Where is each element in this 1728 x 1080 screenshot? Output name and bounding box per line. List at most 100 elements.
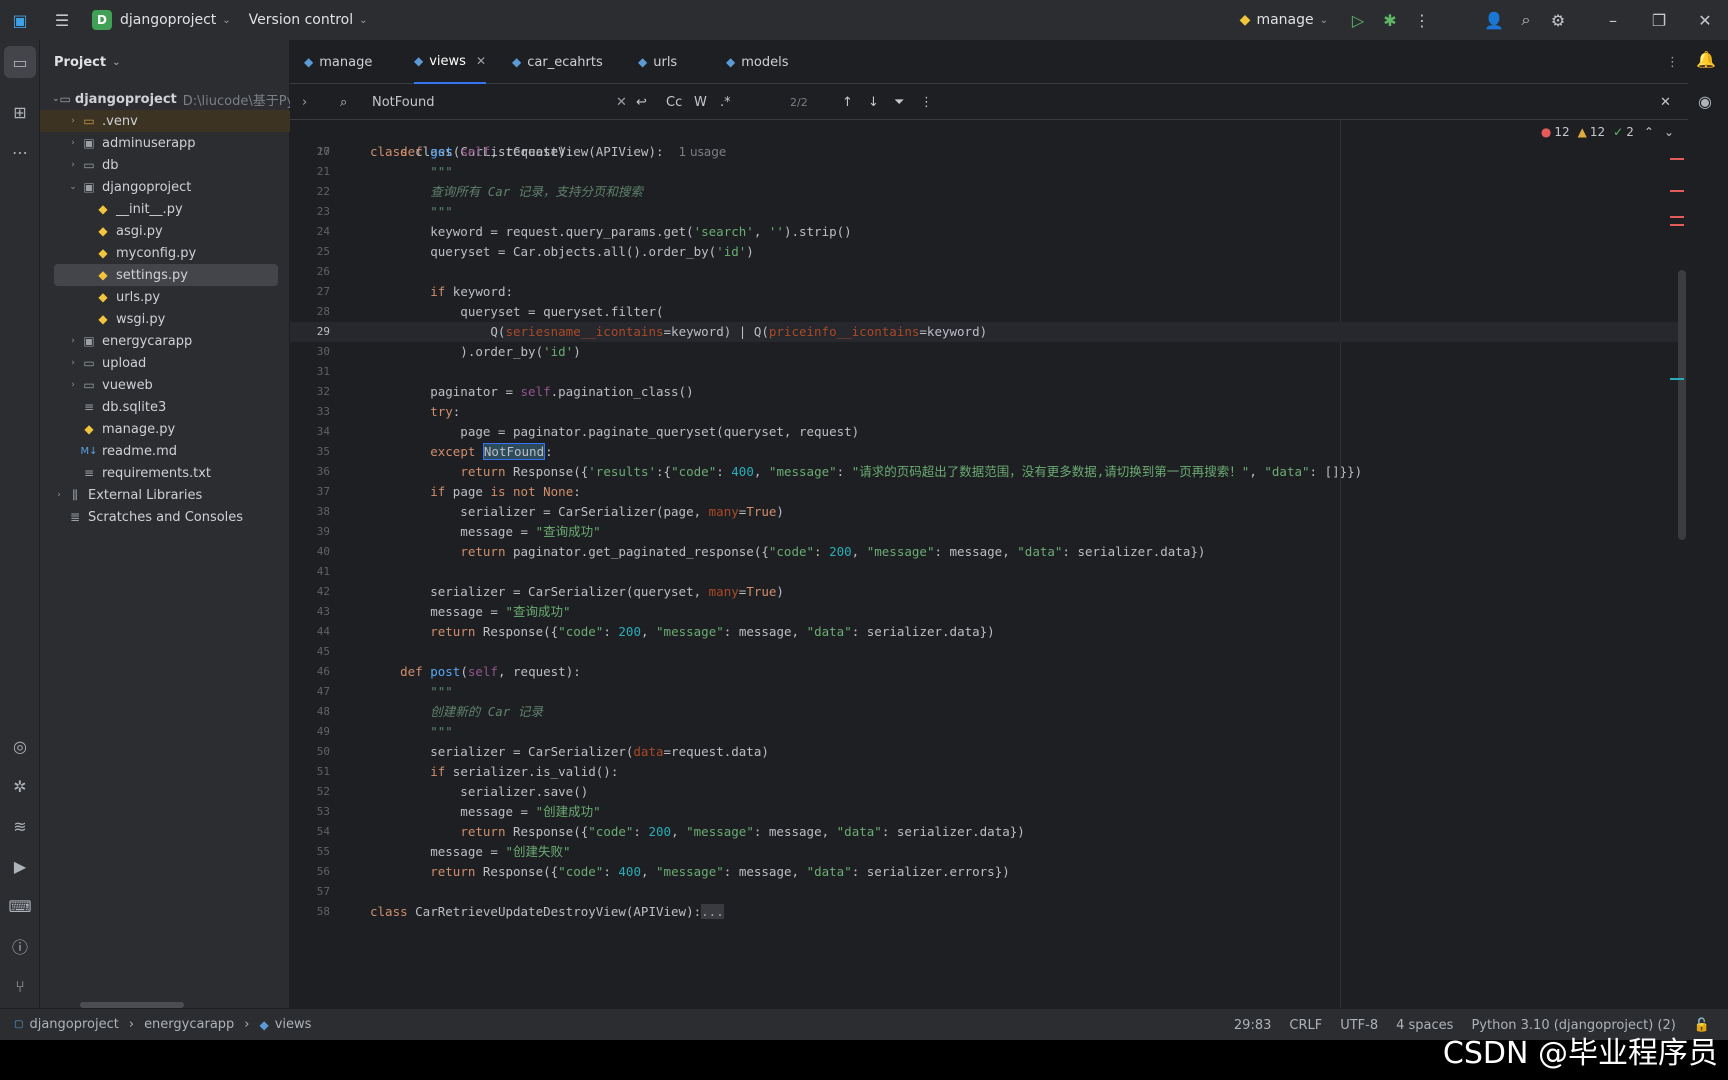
editor-scrollbar[interactable]	[1678, 270, 1686, 540]
main-menu-icon[interactable]: ☰	[46, 4, 78, 36]
error-stripe-mark[interactable]	[1670, 216, 1684, 218]
tab-views[interactable]: ◆ views ✕	[414, 40, 487, 84]
tree-item-djangoproject[interactable]: ⌄ ▣ djangoproject	[40, 176, 290, 198]
filter-icon[interactable]: ⏷	[894, 84, 904, 120]
tree-item-upload[interactable]: › ▭ upload	[40, 352, 290, 374]
chevron-right-icon[interactable]: ›	[302, 84, 307, 120]
arrow-down-icon[interactable]: ↓	[868, 84, 879, 120]
chevron-down-icon: ⌄	[1319, 14, 1328, 26]
debug-tool-icon[interactable]: ✲	[4, 770, 36, 802]
search-icon[interactable]: ⌕	[1510, 4, 1542, 36]
run-config-selector[interactable]: ◆ manage ⌄	[1240, 12, 1328, 28]
new-line-icon[interactable]: ↩	[636, 84, 647, 120]
error-count: 12	[1554, 125, 1570, 139]
notifications-icon[interactable]: 🔔	[1696, 50, 1716, 69]
code-line: 25 queryset = Car.objects.all().order_by…	[290, 242, 1680, 262]
match-case-toggle[interactable]: Cc	[666, 84, 682, 120]
add-user-icon[interactable]: 👤	[1478, 4, 1510, 36]
terminal-icon[interactable]: ⌨	[4, 890, 36, 922]
project-tool-icon[interactable]: ▭	[4, 46, 36, 78]
tab-urls[interactable]: ◆ urls	[638, 40, 677, 84]
services-icon[interactable]: ▶	[4, 850, 36, 882]
code-line: 22 查询所有 Car 记录，支持分页和搜索	[290, 182, 1680, 202]
chevron-right-icon: ›	[71, 116, 75, 126]
app-logo-icon: ▣	[12, 10, 28, 30]
layers-icon[interactable]: ≋	[4, 810, 36, 842]
clear-search-icon[interactable]: ✕	[616, 84, 627, 120]
tree-root[interactable]: ⌄ ▭ djangoproject D:\liucode\基于Py	[40, 88, 290, 110]
tree-item-urls[interactable]: ◆ urls.py	[40, 286, 290, 308]
debug-icon[interactable]: ✱	[1374, 4, 1406, 36]
structure-tool-icon[interactable]: ⊞	[4, 96, 36, 128]
version-control-menu[interactable]: Version control ⌄	[249, 12, 368, 28]
tree-item-asgi[interactable]: ◆ asgi.py	[40, 220, 290, 242]
tree-item-requirements[interactable]: ≡ requirements.txt	[40, 462, 290, 484]
tree-item-energycarapp[interactable]: › ▣ energycarapp	[40, 330, 290, 352]
breadcrumb-project[interactable]: djangoproject	[29, 1017, 118, 1032]
gear-icon[interactable]: ⚙	[1542, 4, 1574, 36]
breadcrumb-app[interactable]: energycarapp	[144, 1017, 234, 1032]
tree-item-manage[interactable]: ◆ manage.py	[40, 418, 290, 440]
file-encoding[interactable]: UTF-8	[1340, 1018, 1378, 1033]
more-actions-icon[interactable]: ⋮	[1406, 4, 1438, 36]
tree-item-myconfig[interactable]: ◆ myconfig.py	[40, 242, 290, 264]
tree-item-adminuserapp[interactable]: › ▣ adminuserapp	[40, 132, 290, 154]
restore-icon[interactable]: ❐	[1636, 4, 1682, 36]
file-icon: ≡	[83, 466, 95, 480]
tree-item-venv[interactable]: › ▭ .venv	[40, 110, 290, 132]
chevron-down-icon: ⌄	[359, 14, 368, 26]
line-separator[interactable]: CRLF	[1289, 1018, 1322, 1033]
find-more-icon[interactable]: ⋮	[920, 84, 933, 120]
run-icon[interactable]: ▷	[1342, 4, 1374, 36]
tab-car-ecahrts[interactable]: ◆ car_ecahrts	[512, 40, 603, 84]
code-editor[interactable]: 17 class class CarListCreateView(APIView)…	[290, 120, 1688, 1008]
tree-item-scratches[interactable]: ≣ Scratches and Consoles	[40, 506, 290, 528]
tree-item-wsgi[interactable]: ◆ wsgi.py	[40, 308, 290, 330]
tree-item-db[interactable]: › ▭ db	[40, 154, 290, 176]
error-stripe-mark[interactable]	[1670, 224, 1684, 226]
tree-item-external-libraries[interactable]: › ⫼ External Libraries	[40, 484, 290, 506]
tree-item-label: energycarapp	[102, 333, 193, 349]
match-stripe-mark[interactable]	[1670, 378, 1684, 380]
python-console-icon[interactable]: ◎	[4, 730, 36, 762]
close-tab-icon[interactable]: ✕	[476, 54, 486, 68]
inspection-widget[interactable]: ● 12 ▲ 12 ✓ 2 ⌃ ⌄	[1541, 120, 1674, 144]
ai-assistant-icon[interactable]: ◉	[1698, 92, 1712, 111]
tree-item-settings[interactable]: ◆ settings.py	[54, 264, 278, 286]
caret-position[interactable]: 29:83	[1234, 1018, 1271, 1033]
close-icon[interactable]: ✕	[1682, 4, 1728, 36]
tab-models[interactable]: ◆ models	[726, 40, 789, 84]
chevron-down-icon[interactable]: ⌄	[1664, 125, 1674, 139]
error-stripe-mark[interactable]	[1670, 158, 1684, 160]
line-number: 54	[316, 825, 330, 838]
arrow-up-icon[interactable]: ↑	[842, 84, 853, 120]
line-number: 41	[316, 565, 330, 578]
code-line: 26	[290, 262, 1680, 282]
problems-icon[interactable]: ⓘ	[4, 930, 36, 962]
whole-word-toggle[interactable]: W	[694, 84, 707, 120]
code-text: page = paginator.paginate_queryset(query…	[370, 424, 860, 439]
breadcrumb-file[interactable]: views	[275, 1017, 312, 1032]
package-icon: ▣	[83, 136, 95, 150]
tabs-more-icon[interactable]: ⋮	[1666, 40, 1679, 84]
more-tools-icon[interactable]: ⋯	[4, 136, 36, 168]
line-number: 58	[316, 905, 330, 918]
tree-item-db-sqlite[interactable]: ≡ db.sqlite3	[40, 396, 290, 418]
tree-item-readme[interactable]: M↓ readme.md	[40, 440, 290, 462]
code-text: """	[370, 204, 453, 219]
project-panel-header[interactable]: Project ⌄	[40, 40, 289, 84]
chevron-up-icon[interactable]: ⌃	[1644, 125, 1654, 139]
tree-item-init[interactable]: ◆ __init__.py	[40, 198, 290, 220]
tree-item-vueweb[interactable]: › ▭ vueweb	[40, 374, 290, 396]
find-input[interactable]: NotFound	[372, 84, 602, 120]
tab-manage[interactable]: ◆ manage	[304, 40, 372, 84]
code-text: return Response({"code": 200, "message":…	[460, 824, 1025, 839]
python-file-icon: ◆	[414, 54, 424, 68]
chevron-right-icon: ›	[128, 1017, 135, 1032]
regex-toggle[interactable]: .*	[720, 84, 731, 120]
git-icon[interactable]: ⑂	[4, 970, 36, 1002]
error-stripe-mark[interactable]	[1670, 190, 1684, 192]
project-switcher[interactable]: D djangoproject ⌄	[92, 10, 231, 30]
minimize-icon[interactable]: –	[1590, 4, 1636, 36]
close-find-icon[interactable]: ✕	[1660, 84, 1671, 120]
